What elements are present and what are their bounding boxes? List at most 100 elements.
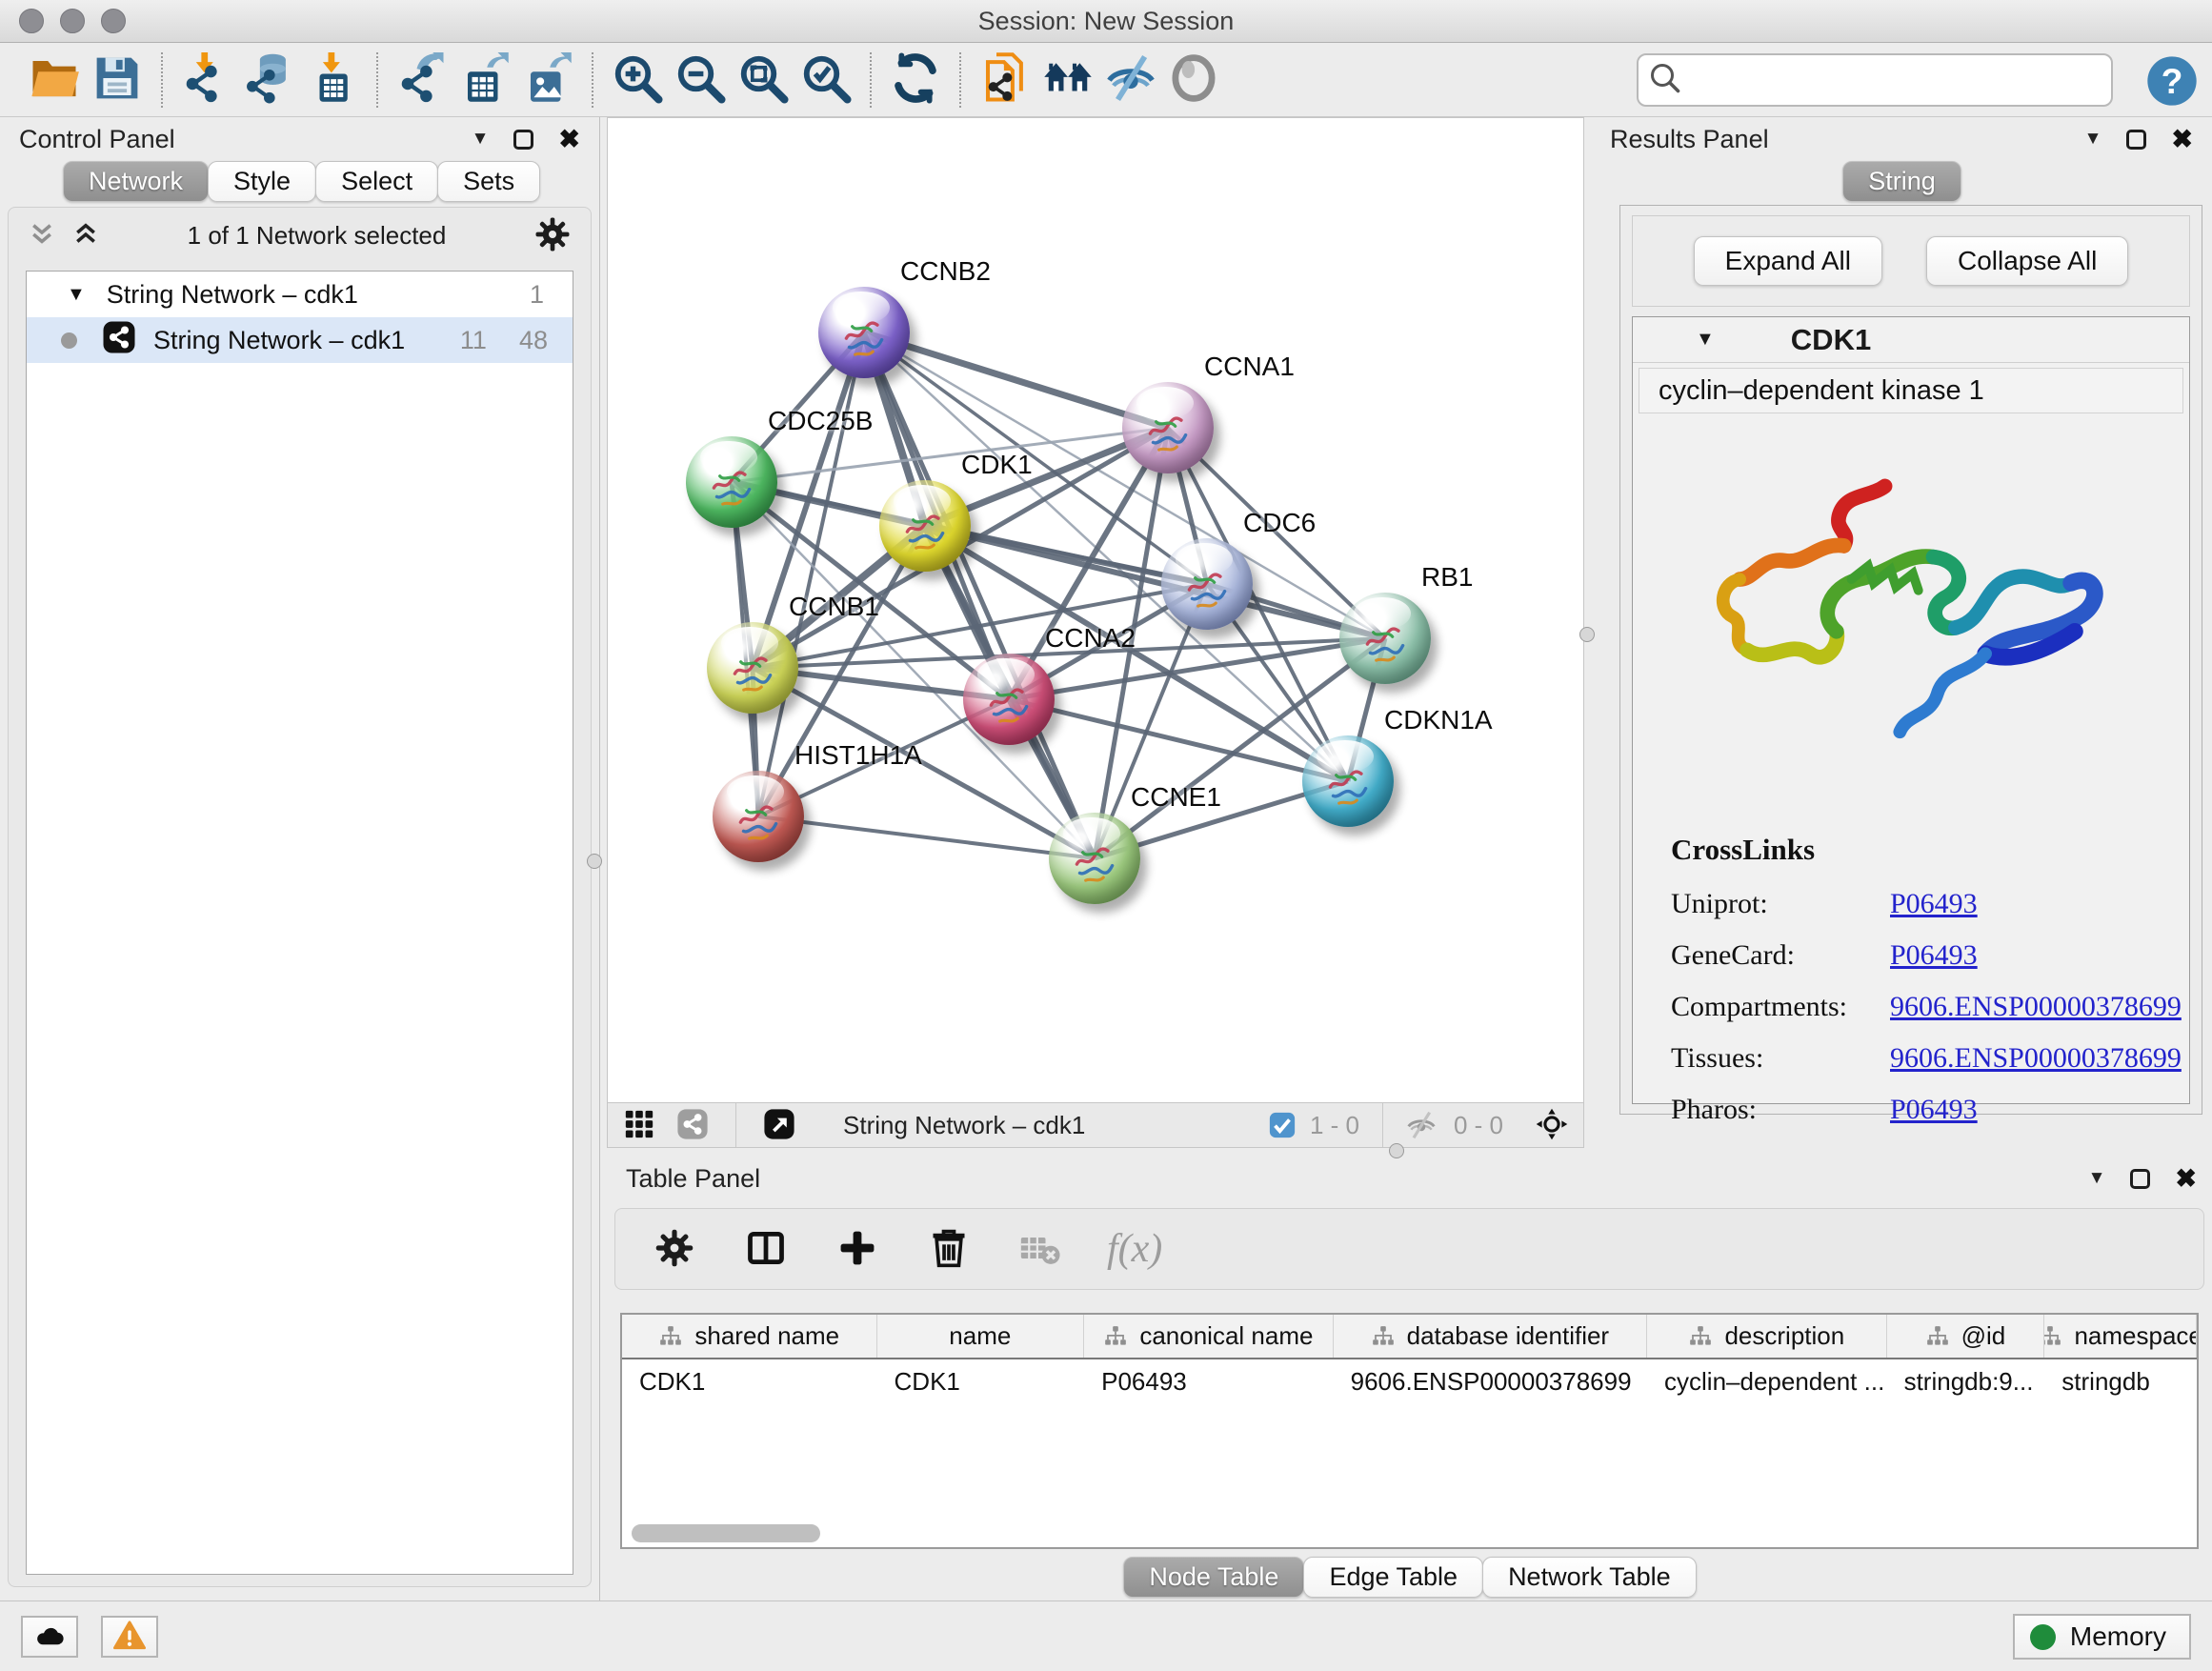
- create-column-button[interactable]: [833, 1224, 882, 1274]
- crosslink-tissues[interactable]: 9606.ENSP00000378699: [1890, 1042, 2182, 1075]
- crosslink-compartments[interactable]: 9606.ENSP00000378699: [1890, 991, 2182, 1023]
- zoom-in-button[interactable]: [606, 49, 669, 111]
- column-header-shared-name[interactable]: shared name: [622, 1315, 877, 1358]
- column-header-namespace[interactable]: namespace: [2044, 1315, 2197, 1358]
- results-panel-menu-caret-icon[interactable]: ▼: [2084, 129, 2102, 150]
- cell-canonical-name[interactable]: P06493: [1084, 1359, 1334, 1403]
- close-window-button[interactable]: [19, 9, 44, 33]
- node-hist1h1a[interactable]: [713, 771, 804, 862]
- table-row[interactable]: CDK1CDK1P064939606.ENSP00000378699cyclin…: [622, 1359, 2197, 1403]
- node-cdkn1a[interactable]: [1302, 735, 1394, 827]
- control-panel-close-button[interactable]: ✖: [558, 125, 580, 154]
- string-home-button[interactable]: [1036, 49, 1099, 111]
- node-cdc25b[interactable]: [686, 436, 777, 528]
- tab-sets[interactable]: Sets: [437, 161, 540, 202]
- crosslink-uniprot[interactable]: P06493: [1890, 888, 1978, 920]
- help-button[interactable]: ?: [2145, 54, 2199, 108]
- network-options-button[interactable]: [532, 214, 573, 256]
- tab-style[interactable]: Style: [208, 161, 316, 202]
- table-panel-close-button[interactable]: ✖: [2175, 1164, 2197, 1194]
- left-divider-handle[interactable]: [587, 854, 602, 869]
- node-ccnb1[interactable]: [707, 622, 798, 714]
- column-header-canonical-name[interactable]: canonical name: [1084, 1315, 1334, 1358]
- tab-node-table[interactable]: Node Table: [1123, 1557, 1304, 1598]
- zoom-out-button[interactable]: [669, 49, 732, 111]
- cell-database-identifier[interactable]: 9606.ENSP00000378699: [1334, 1359, 1647, 1403]
- control-panel-float-button[interactable]: [513, 130, 533, 150]
- import-network-file-button[interactable]: [175, 49, 238, 111]
- node-ccna2[interactable]: [963, 654, 1055, 745]
- hide-unhide-button[interactable]: [1099, 49, 1162, 111]
- grid-view-button[interactable]: [619, 1107, 659, 1143]
- network-canvas[interactable]: CCNB2CCNA1CDC25BCDK1CDC6RB1CCNB1CCNA2CDK…: [608, 118, 1583, 1102]
- import-network-database-button[interactable]: [238, 49, 301, 111]
- fit-content-button[interactable]: [1532, 1107, 1572, 1143]
- table-settings-button[interactable]: [650, 1224, 699, 1274]
- crosslink-pharos[interactable]: P06493: [1890, 1094, 1978, 1126]
- memory-label: Memory: [2070, 1621, 2166, 1652]
- tab-network-table[interactable]: Network Table: [1482, 1557, 1697, 1598]
- open-session-button[interactable]: [23, 49, 86, 111]
- zoom-fit-button[interactable]: [732, 49, 794, 111]
- collapse-all-button[interactable]: Collapse All: [1926, 236, 2128, 286]
- cell-namespace[interactable]: stringdb: [2044, 1359, 2197, 1403]
- export-table-button[interactable]: [453, 49, 516, 111]
- search-input[interactable]: [1682, 65, 2101, 96]
- node-cdk1[interactable]: [879, 480, 971, 572]
- tab-select[interactable]: Select: [315, 161, 438, 202]
- views-button[interactable]: [1162, 49, 1225, 111]
- expand-all-button[interactable]: Expand All: [1694, 236, 1882, 286]
- network-view-badge-button[interactable]: [673, 1107, 713, 1143]
- export-image-button[interactable]: [516, 49, 579, 111]
- node-rb1[interactable]: [1339, 593, 1431, 684]
- column-header-name[interactable]: name: [877, 1315, 1085, 1358]
- cloud-status-button[interactable]: [21, 1616, 78, 1658]
- node-ccnb2[interactable]: [818, 287, 910, 378]
- results-panel-close-button[interactable]: ✖: [2171, 125, 2193, 154]
- table-panel-float-button[interactable]: [2130, 1169, 2150, 1189]
- network-collection-row[interactable]: ▼ String Network – cdk1 1: [27, 272, 573, 317]
- tab-edge-table[interactable]: Edge Table: [1303, 1557, 1483, 1598]
- entry-collapse-caret-icon[interactable]: ▼: [1696, 329, 1715, 351]
- zoom-selected-button[interactable]: [794, 49, 857, 111]
- network-row-selected[interactable]: String Network – cdk1 11 48: [27, 317, 573, 363]
- table-horizontal-scrollbar[interactable]: [632, 1524, 820, 1542]
- birdseye-view-button[interactable]: [759, 1107, 799, 1143]
- collapse-all-networks-button[interactable]: [26, 219, 58, 252]
- memory-button[interactable]: Memory: [2013, 1614, 2191, 1660]
- node-ccne1[interactable]: [1049, 813, 1140, 904]
- warnings-button[interactable]: [101, 1616, 158, 1658]
- tab-network[interactable]: Network: [63, 161, 209, 202]
- refresh-button[interactable]: [884, 49, 947, 111]
- table-panel-menu-caret-icon[interactable]: ▼: [2088, 1168, 2106, 1189]
- cell-name[interactable]: CDK1: [877, 1359, 1085, 1403]
- string-import-button[interactable]: [974, 49, 1036, 111]
- tab-string[interactable]: String: [1842, 161, 1961, 202]
- network-edges[interactable]: [608, 118, 1583, 1102]
- column-header-id[interactable]: @id: [1887, 1315, 2045, 1358]
- node-cdc6[interactable]: [1161, 538, 1253, 630]
- column-header-description[interactable]: description: [1647, 1315, 1887, 1358]
- control-panel-menu-caret-icon[interactable]: ▼: [472, 129, 490, 150]
- export-image-icon: [522, 52, 573, 107]
- show-columns-button[interactable]: [741, 1224, 791, 1274]
- crosslink-genecard[interactable]: P06493: [1890, 939, 1978, 972]
- results-panel-float-button[interactable]: [2126, 130, 2146, 150]
- cell-id[interactable]: stringdb:9...: [1887, 1359, 2045, 1403]
- minimize-window-button[interactable]: [60, 9, 85, 33]
- column-header-database-identifier[interactable]: database identifier: [1334, 1315, 1647, 1358]
- cell-shared-name[interactable]: CDK1: [622, 1359, 877, 1403]
- search-field: [1637, 53, 2113, 107]
- cell-description[interactable]: cyclin–dependent ...: [1647, 1359, 1887, 1403]
- horizontal-divider-handle[interactable]: [1389, 1143, 1404, 1158]
- node-ccna1[interactable]: [1122, 382, 1214, 473]
- save-session-button[interactable]: [86, 49, 149, 111]
- collection-expand-caret-icon[interactable]: ▼: [67, 284, 86, 306]
- import-table-button[interactable]: [301, 49, 364, 111]
- right-divider-handle[interactable]: [1579, 627, 1595, 642]
- selected-checkbox-icon[interactable]: [1268, 1111, 1297, 1139]
- export-network-button[interactable]: [391, 49, 453, 111]
- expand-all-networks-button[interactable]: [70, 219, 102, 252]
- delete-columns-button[interactable]: [924, 1224, 974, 1274]
- maximize-window-button[interactable]: [101, 9, 126, 33]
